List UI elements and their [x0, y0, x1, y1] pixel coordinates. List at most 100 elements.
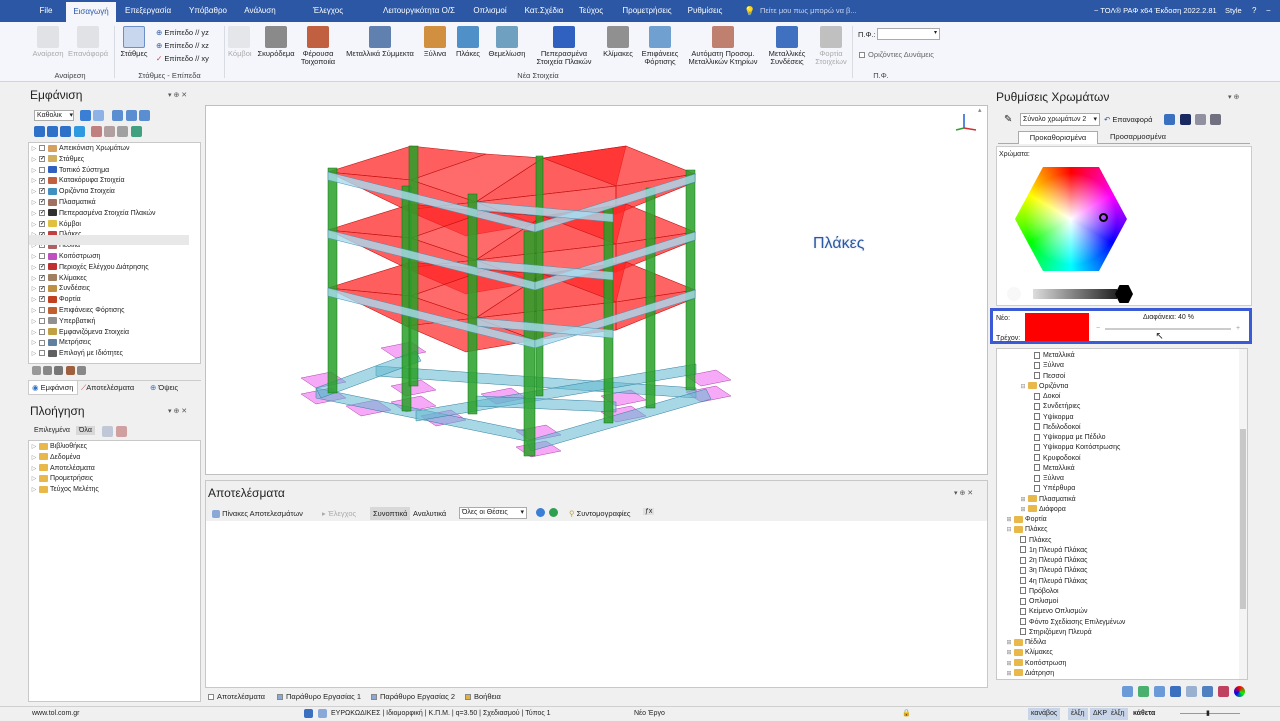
filter-all[interactable]: Όλα: [76, 426, 95, 435]
appearance-item[interactable]: ▷ ✓ Κλίμακες: [31, 274, 87, 285]
appearance-item[interactable]: ▷ Τοπικό Σύστημα: [31, 166, 109, 177]
color-tree-item[interactable]: Μεταλλικά: [1034, 351, 1075, 362]
down-icon[interactable]: [93, 110, 105, 121]
house-icon[interactable]: [117, 126, 129, 137]
color-tree-item[interactable]: ⊞ Πέδιλα: [1006, 638, 1046, 649]
expand-icon[interactable]: ▷: [31, 166, 37, 177]
nav-item[interactable]: ▷ Αποτελέσματα: [31, 464, 95, 475]
cube-icon[interactable]: [60, 126, 72, 137]
tool-icon[interactable]: [1186, 686, 1197, 697]
tool-icon[interactable]: [1170, 686, 1181, 697]
checkbox-icon[interactable]: [39, 166, 45, 173]
nav-tool-icon[interactable]: [102, 426, 113, 437]
viewport-scroll-icon[interactable]: ▴: [978, 106, 982, 114]
detailed-button[interactable]: Αναλυτικά: [413, 509, 446, 518]
ribbon-item-8[interactable]: Επιφάνειες Φόρτισης: [638, 26, 682, 66]
tool-icon[interactable]: [76, 366, 86, 376]
nav-item[interactable]: ▷ Τεύχος Μελέτης: [31, 485, 99, 496]
shortcuts-button[interactable]: ⚲ Συντομογραφίες: [569, 509, 630, 518]
status-icon[interactable]: [304, 709, 313, 718]
color-tree-item[interactable]: ⊞ Διάφορα: [1020, 505, 1066, 516]
tab-custom[interactable]: Προσαρμοσμένα: [1098, 131, 1178, 144]
ribbon-item-2[interactable]: Μεταλλικά Σύμμεκτα: [342, 26, 418, 58]
check-button[interactable]: ▸ Έλεγχος: [322, 509, 356, 518]
scrollbar-thumb[interactable]: [1240, 429, 1246, 609]
green-circle-icon[interactable]: [549, 508, 558, 517]
color-tree-item[interactable]: Υψίκορμα: [1034, 413, 1074, 424]
appearance-item[interactable]: ▷ ✓ Οριζόντια Στοιχεία: [31, 187, 115, 198]
color-tree-item[interactable]: Πρόβολοι: [1020, 587, 1059, 598]
tool-icon[interactable]: [1122, 686, 1133, 697]
ribbon-item-9[interactable]: Αυτόματη Προσομ. Μεταλλικών Κτηρίων: [684, 26, 762, 66]
appearance-item[interactable]: ▷ ✓ Στάθμες: [31, 155, 84, 166]
formula-icon[interactable]: ƒx: [643, 508, 655, 515]
color-tree-item[interactable]: 1η Πλευρά Πλάκας: [1020, 546, 1088, 557]
color-hexagon-picker[interactable]: [1015, 167, 1127, 271]
checkbox-icon[interactable]: [39, 350, 45, 357]
color-tree-item[interactable]: Δοκοί: [1034, 392, 1060, 403]
color-tree-item[interactable]: Πεδιλοδοκοί: [1034, 423, 1081, 434]
checkbox-icon[interactable]: ✓: [39, 285, 45, 292]
results-tables-button[interactable]: Πίνακες Αποτελεσμάτων: [212, 509, 303, 519]
grid-icon[interactable]: [1195, 114, 1206, 125]
viewport[interactable]: Πλάκες ▴: [205, 105, 988, 475]
up-icon[interactable]: [80, 110, 91, 121]
restore-button[interactable]: ↶ Επαναφορά: [1104, 115, 1153, 124]
minimize-icon[interactable]: −: [1266, 0, 1271, 22]
ribbon-item-3[interactable]: Ξύλινα: [420, 26, 450, 58]
color-tree-item[interactable]: Υπέρθυρα: [1034, 484, 1075, 495]
filter-selected[interactable]: Επιλεγμένα: [34, 427, 70, 434]
level-xz-button[interactable]: ⊕ Επίπεδο // xz: [156, 39, 220, 52]
color-tree-item[interactable]: ⊞ Κλίμακες: [1006, 648, 1053, 659]
levels-button[interactable]: Στάθμες: [117, 26, 151, 58]
color-tree-item[interactable]: Πλάκες: [1020, 536, 1052, 547]
expand-icon[interactable]: ▷: [31, 306, 37, 317]
help-icon[interactable]: ?: [1252, 0, 1256, 22]
expand-icon[interactable]: ▷: [31, 338, 37, 349]
nav-item[interactable]: ▷ Προμετρήσεις: [31, 474, 93, 485]
zoom-icon[interactable]: [125, 110, 137, 121]
house-icon[interactable]: [130, 126, 142, 137]
color-set-select[interactable]: Σύνολο χρωμάτων 2 ▾: [1020, 113, 1100, 126]
expand-icon[interactable]: ▷: [31, 453, 37, 464]
appearance-item[interactable]: ▷ Μετρήσεις: [31, 338, 91, 349]
zoom-slider[interactable]: [1180, 713, 1240, 714]
cube-icon[interactable]: [34, 126, 45, 137]
tab-results[interactable]: ⟋Αποτελέσματα: [81, 381, 134, 394]
ribbon-item-1[interactable]: Φέρουσα Τοιχοποιία: [298, 26, 338, 66]
cube-icon[interactable]: [47, 126, 59, 137]
expand-icon[interactable]: ⊞: [1006, 659, 1012, 670]
zoom-thumb[interactable]: ▮: [1206, 707, 1210, 721]
nav-tool-icon[interactable]: [116, 426, 127, 437]
expand-icon[interactable]: ⊞: [1006, 648, 1012, 659]
tab-11[interactable]: Ρυθμίσεις: [687, 0, 723, 22]
appearance-item[interactable]: ▷ Επιλογή με Ιδιότητες: [31, 349, 123, 360]
appearance-item[interactable]: ▷ Υπερβατική: [31, 317, 95, 328]
snap-toggle[interactable]: έλξη: [1068, 708, 1088, 720]
gray-gradient[interactable]: [1033, 289, 1117, 299]
positions-select[interactable]: Όλες οι Θέσεις ▾: [459, 507, 527, 519]
summary-button[interactable]: Συνοπτικά: [370, 507, 411, 520]
color-tree-item[interactable]: ⊞ Φορτία: [1006, 515, 1047, 526]
tab-7[interactable]: Οπλισμοί: [470, 0, 510, 22]
minus-icon[interactable]: −: [1096, 325, 1100, 332]
tool-icon[interactable]: [1218, 686, 1229, 697]
color-tree-item[interactable]: Κρυφοδοκοί: [1034, 454, 1081, 465]
expand-icon[interactable]: ▷: [31, 474, 37, 485]
expand-icon[interactable]: ▷: [31, 209, 37, 220]
style-menu[interactable]: Style: [1225, 0, 1242, 22]
snap-toggle[interactable]: κανάβος: [1028, 708, 1061, 720]
tab-10[interactable]: Προμετρήσεις: [618, 0, 676, 22]
nav-item[interactable]: ▷ Βιβλιοθήκες: [31, 442, 87, 453]
color-tree-item[interactable]: Υψίκορμα Κοιτόστρωσης: [1034, 443, 1120, 454]
snap-toggle[interactable]: ΔΚΡ: [1090, 708, 1111, 720]
snap-toggle[interactable]: έλξη: [1108, 708, 1128, 720]
transparency-slider[interactable]: [1105, 328, 1231, 330]
color-tree-item[interactable]: Κείμενο Οπλισμών: [1020, 607, 1088, 618]
expand-icon[interactable]: ⊞: [1020, 495, 1026, 506]
black-swatch[interactable]: [1115, 285, 1133, 303]
snap-toggle[interactable]: κάθετα: [1130, 708, 1158, 720]
tab-4[interactable]: Ανάλυση: [242, 0, 278, 22]
color-tree-item[interactable]: Πεσσοί: [1034, 372, 1065, 383]
appearance-item[interactable]: ▷ Απεικόνιση Χρωμάτων: [31, 144, 130, 155]
